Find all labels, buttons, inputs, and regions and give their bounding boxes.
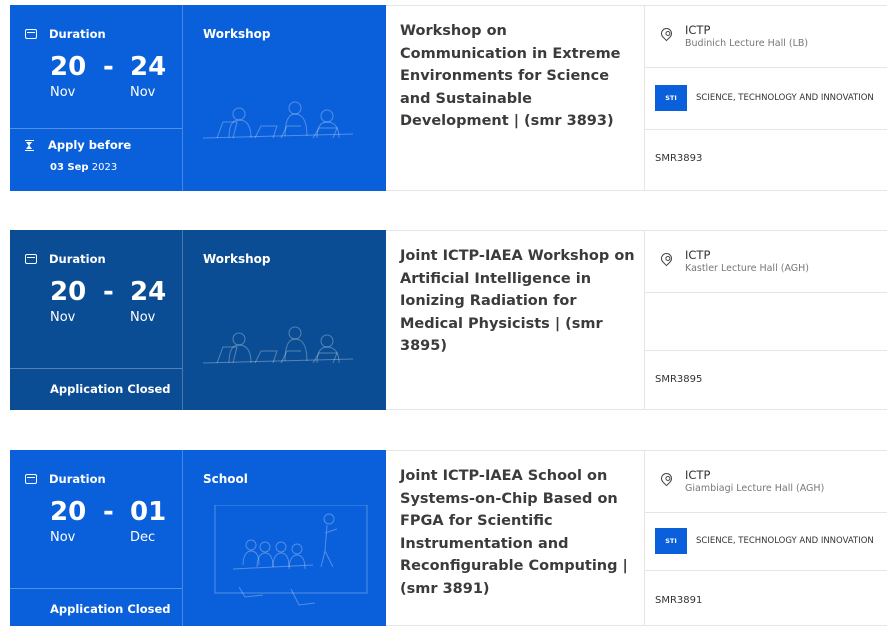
map-pin-icon: [658, 25, 675, 42]
application-status: Application Closed: [50, 602, 171, 616]
end-day: 24: [130, 52, 167, 82]
event-title-panel[interactable]: Workshop on Communication in Extreme Env…: [386, 5, 644, 191]
start-month: Nov: [50, 85, 76, 100]
duration-label: Duration: [49, 252, 106, 266]
event-type-panel: Workshop: [182, 5, 386, 191]
event-info-panel: ICTP Giambiagi Lecture Hall (AGH) STI SC…: [644, 450, 887, 626]
topic-label[interactable]: SCIENCE, TECHNOLOGY AND INNOVATION: [696, 536, 874, 546]
venue-name: ICTP: [685, 23, 711, 37]
venue-name: ICTP: [685, 468, 711, 482]
venue-room: Budinich Lecture Hall (LB): [685, 38, 809, 49]
event-type-panel: Workshop: [182, 230, 386, 410]
date-panel: Duration 20 - 01 Nov Dec Application Clo…: [10, 450, 182, 626]
event-title-panel[interactable]: Joint ICTP-IAEA School on Systems-on-Chi…: [386, 450, 644, 626]
end-month: Nov: [130, 310, 156, 325]
event-title-link[interactable]: Workshop on Communication in Extreme Env…: [400, 20, 636, 133]
school-illustration-icon: [214, 505, 368, 606]
apply-label: Apply before: [48, 138, 132, 152]
topic[interactable]: STI SCIENCE, TECHNOLOGY AND INNOVATION: [645, 513, 887, 571]
venue: ICTP Kastler Lecture Hall (AGH): [645, 231, 887, 293]
divider: [10, 368, 182, 369]
topic-badge: STI: [655, 85, 687, 111]
duration-label: Duration: [49, 27, 106, 41]
topic-label[interactable]: SCIENCE, TECHNOLOGY AND INNOVATION: [696, 93, 874, 103]
hourglass-icon: [25, 139, 34, 151]
map-pin-icon: [658, 470, 675, 487]
workshop-illustration-icon: [203, 101, 354, 139]
apply-date-day: 03 Sep: [50, 162, 89, 173]
duration-label: Duration: [49, 472, 106, 486]
map-pin-icon: [658, 250, 675, 267]
date-panel: Duration 20 - 24 Nov Nov Apply before 03…: [10, 5, 182, 191]
event-title-panel[interactable]: Joint ICTP-IAEA Workshop on Artificial I…: [386, 230, 644, 410]
event-code: SMR3895: [655, 374, 703, 385]
date-dash: -: [103, 52, 114, 82]
event-code: SMR3891: [655, 595, 703, 606]
event-type-panel: School: [182, 450, 386, 626]
event-card[interactable]: Duration 20 - 24 Nov Nov Apply before 03…: [10, 5, 887, 191]
calendar-icon: [25, 254, 37, 264]
venue: ICTP Budinich Lecture Hall (LB): [645, 6, 887, 68]
start-month: Nov: [50, 310, 76, 325]
event-type: School: [203, 472, 248, 486]
calendar-icon: [25, 474, 37, 484]
date-dash: -: [103, 277, 114, 307]
application-status: Application Closed: [50, 382, 171, 396]
end-month: Nov: [130, 85, 156, 100]
divider: [10, 588, 182, 589]
end-day: 01: [130, 497, 167, 527]
start-day: 20: [50, 277, 87, 307]
apply-date: 03 Sep 2023: [50, 162, 117, 173]
date-dash: -: [103, 497, 114, 527]
duration-header: Duration: [25, 27, 106, 41]
calendar-icon: [25, 29, 37, 39]
venue: ICTP Giambiagi Lecture Hall (AGH): [645, 451, 887, 513]
event-info-panel: ICTP Budinich Lecture Hall (LB) STI SCIE…: [644, 5, 887, 191]
topic[interactable]: STI SCIENCE, TECHNOLOGY AND INNOVATION: [645, 68, 887, 130]
duration-header: Duration: [25, 252, 106, 266]
event-code: SMR3893: [655, 153, 703, 164]
venue-room: Giambiagi Lecture Hall (AGH): [685, 483, 825, 494]
event-card[interactable]: Duration 20 - 24 Nov Nov Application Clo…: [10, 230, 887, 410]
topic: [645, 293, 887, 351]
end-month: Dec: [130, 530, 156, 545]
event-title-link[interactable]: Joint ICTP-IAEA Workshop on Artificial I…: [400, 245, 636, 358]
duration-header: Duration: [25, 472, 106, 486]
topic-badge: STI: [655, 528, 687, 554]
venue-room: Kastler Lecture Hall (AGH): [685, 263, 809, 274]
event-type: Workshop: [203, 27, 271, 41]
venue-name: ICTP: [685, 248, 711, 262]
start-day: 20: [50, 497, 87, 527]
date-panel: Duration 20 - 24 Nov Nov Application Clo…: [10, 230, 182, 410]
event-title-link[interactable]: Joint ICTP-IAEA School on Systems-on-Chi…: [400, 465, 636, 600]
apply-date-year: 2023: [91, 162, 118, 173]
start-month: Nov: [50, 530, 76, 545]
event-info-panel: ICTP Kastler Lecture Hall (AGH) SMR3895: [644, 230, 887, 410]
divider: [10, 128, 182, 129]
end-day: 24: [130, 277, 167, 307]
apply-before: Apply before: [25, 138, 131, 152]
workshop-illustration-icon: [203, 326, 354, 364]
start-day: 20: [50, 52, 87, 82]
event-card[interactable]: Duration 20 - 01 Nov Dec Application Clo…: [10, 450, 887, 626]
event-type: Workshop: [203, 252, 271, 266]
